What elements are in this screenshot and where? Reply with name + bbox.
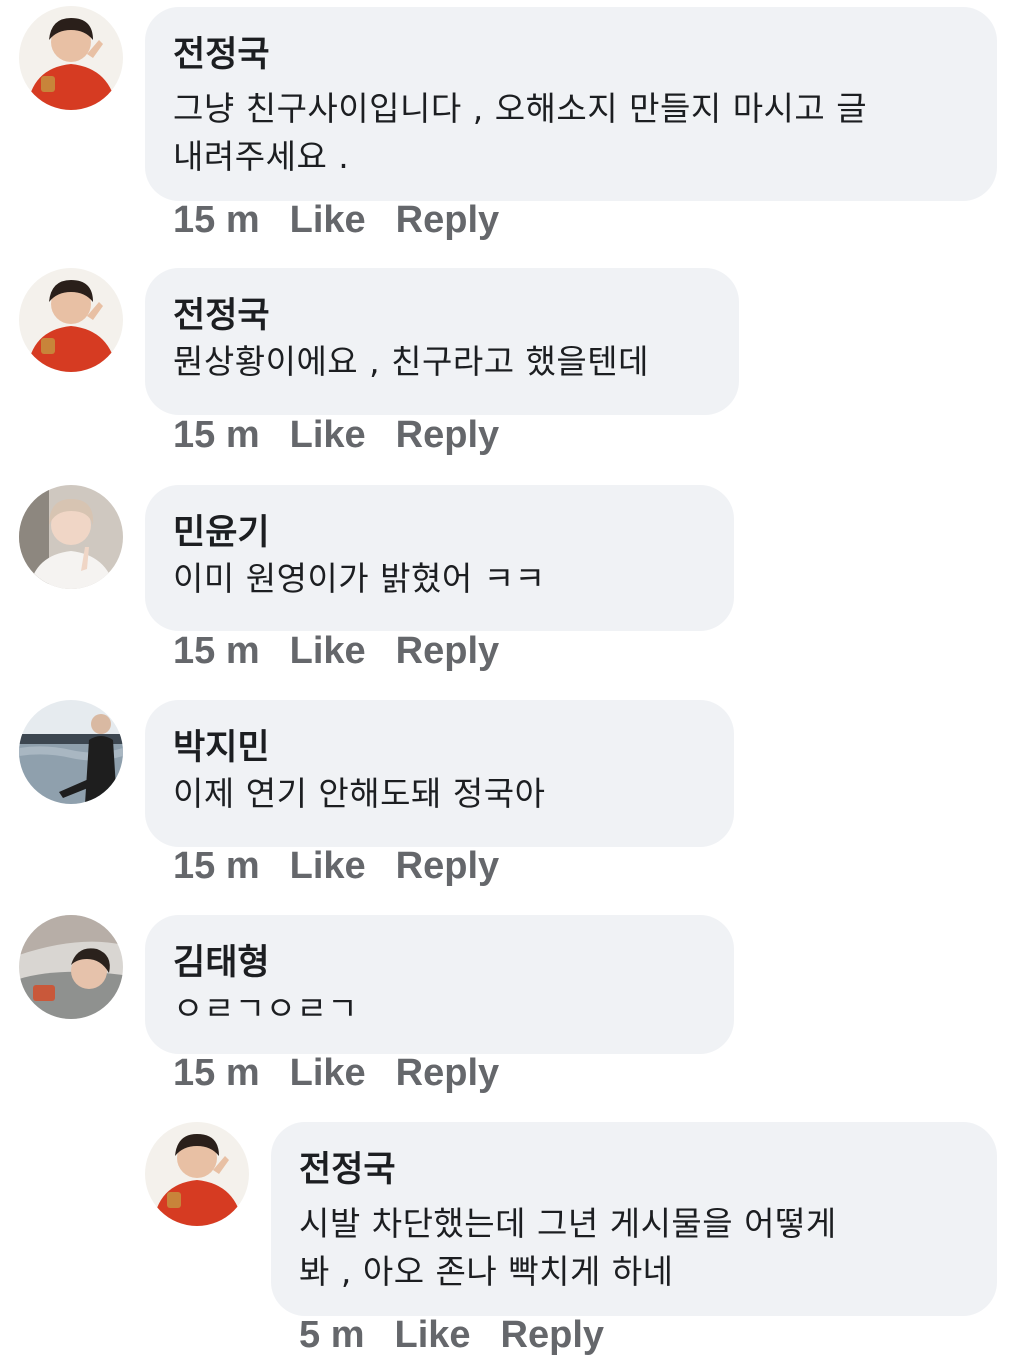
- avatar-red-jacket-icon: [145, 1122, 249, 1226]
- avatar[interactable]: [19, 700, 123, 804]
- comment-actions: 15 m Like Reply: [173, 629, 499, 673]
- comment-author[interactable]: 김태형: [173, 941, 706, 985]
- avatar-lying-down-icon: [19, 915, 123, 1019]
- comment-timestamp: 15 m: [173, 414, 260, 456]
- avatar-riverside-icon: [19, 700, 123, 804]
- avatar[interactable]: [19, 915, 123, 1019]
- comment-bubble: 김태형 ㅇㄹㄱㅇㄹㄱ: [145, 915, 734, 1054]
- reply-button[interactable]: Reply: [396, 198, 499, 242]
- reply-button[interactable]: Reply: [396, 629, 499, 673]
- comment-bubble: 박지민 이제 연기 안해도돼 정국아: [145, 700, 734, 847]
- comment-bubble: 전정국 뭔상황이에요 , 친구라고 했을텐데: [145, 268, 739, 415]
- comment-bubble: 전정국 시발 차단했는데 그년 게시물을 어떻게 봐 , 아오 존나 빡치게 하…: [271, 1122, 997, 1316]
- comment-text: 시발 차단했는데 그년 게시물을 어떻게: [299, 1204, 837, 1243]
- comment-text: 이미 원영이가 밝혔어 ㅋㅋ: [173, 559, 546, 598]
- reply-button[interactable]: Reply: [396, 1051, 499, 1095]
- comment-author[interactable]: 전정국: [173, 33, 969, 77]
- comment-author[interactable]: 전정국: [173, 294, 711, 338]
- comment-text: 그냥 친구사이입니다 , 오해소지 만들지 마시고 글: [173, 89, 868, 128]
- like-button[interactable]: Like: [290, 198, 366, 242]
- avatar-red-jacket-icon: [19, 268, 123, 372]
- comment-timestamp: 15 m: [173, 1052, 260, 1094]
- comment-text: 이제 연기 안해도돼 정국아: [173, 774, 546, 813]
- comment-actions: 15 m Like Reply: [173, 413, 499, 457]
- comment-timestamp: 15 m: [173, 630, 260, 672]
- comment-timestamp: 15 m: [173, 845, 260, 887]
- avatar[interactable]: [19, 485, 123, 589]
- comment-bubble: 민윤기 이미 원영이가 밝혔어 ㅋㅋ: [145, 485, 734, 631]
- like-button[interactable]: Like: [290, 413, 366, 457]
- like-button[interactable]: Like: [290, 844, 366, 888]
- comment-author[interactable]: 민윤기: [173, 511, 706, 555]
- comment-timestamp: 15 m: [173, 199, 260, 241]
- comment-text: 뭔상황이에요 , 친구라고 했을텐데: [173, 342, 649, 381]
- avatar[interactable]: [19, 6, 123, 110]
- comment-actions: 15 m Like Reply: [173, 1051, 499, 1095]
- like-button[interactable]: Like: [290, 629, 366, 673]
- reply-button[interactable]: Reply: [396, 844, 499, 888]
- comment-actions: 15 m Like Reply: [173, 844, 499, 888]
- reply-button[interactable]: Reply: [501, 1313, 604, 1357]
- comment-actions: 5 m Like Reply: [299, 1313, 604, 1357]
- comment-author[interactable]: 박지민: [173, 726, 706, 770]
- like-button[interactable]: Like: [290, 1051, 366, 1095]
- comment-timestamp: 5 m: [299, 1314, 365, 1356]
- like-button[interactable]: Like: [394, 1313, 470, 1357]
- avatar[interactable]: [145, 1122, 249, 1226]
- comment-text: ㅇㄹㄱㅇㄹㄱ: [173, 989, 359, 1028]
- avatar-red-jacket-icon: [19, 6, 123, 110]
- comment-author[interactable]: 전정국: [299, 1148, 969, 1192]
- comment-bubble: 전정국 그냥 친구사이입니다 , 오해소지 만들지 마시고 글 내려주세요 .: [145, 7, 997, 201]
- comment-text: 내려주세요 .: [173, 137, 350, 176]
- avatar[interactable]: [19, 268, 123, 372]
- comment-text: 봐 , 아오 존나 빡치게 하네: [299, 1252, 674, 1291]
- reply-button[interactable]: Reply: [396, 413, 499, 457]
- comment-actions: 15 m Like Reply: [173, 198, 499, 242]
- avatar-peace-sign-icon: [19, 485, 123, 589]
